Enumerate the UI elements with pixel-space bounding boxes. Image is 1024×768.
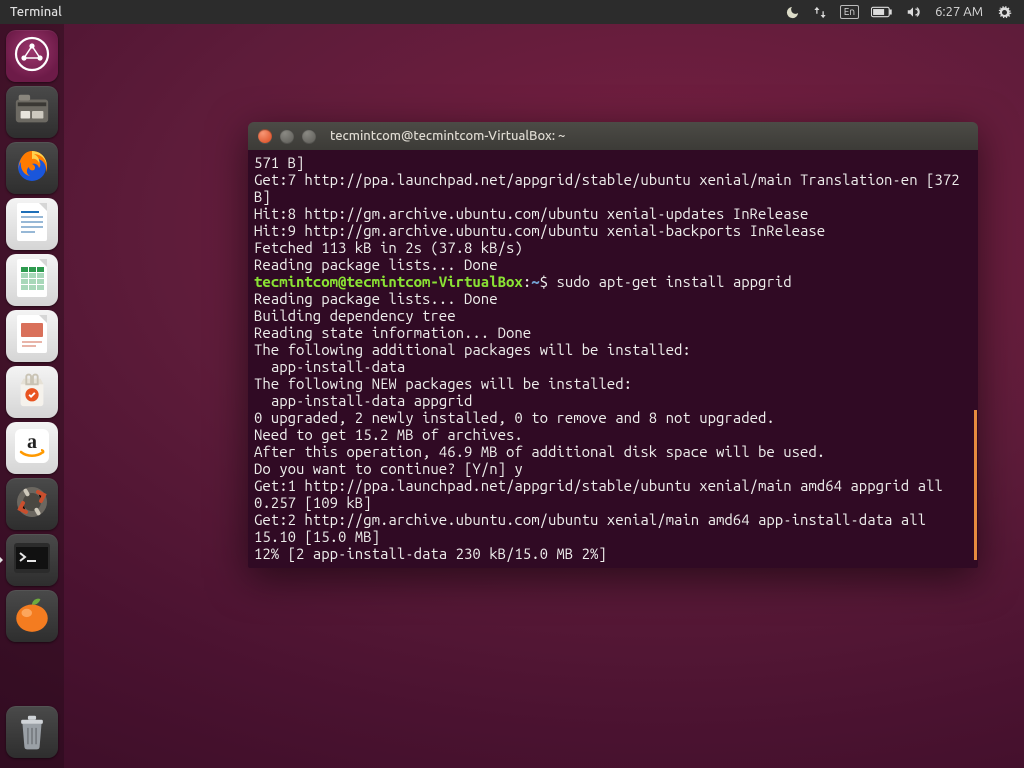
- amazon-icon: a: [12, 426, 52, 470]
- files-icon: [13, 93, 51, 131]
- battery-icon[interactable]: [865, 0, 899, 24]
- command-text: sudo apt-get install appgrid: [556, 273, 791, 290]
- terminal-output-line: The following additional packages will b…: [254, 341, 972, 358]
- terminal-output-line: Need to get 15.2 MB of archives.: [254, 426, 972, 443]
- launcher-item-impress[interactable]: [6, 310, 58, 362]
- night-icon[interactable]: [779, 0, 806, 24]
- terminal-output-line: app-install-data: [254, 358, 972, 375]
- prompt-user: tecmintcom@tecmintcom-VirtualBox: [254, 273, 523, 290]
- terminal-output-line: Get:7 http://ppa.launchpad.net/appgrid/s…: [254, 171, 972, 205]
- terminal-output-line: The following NEW packages will be insta…: [254, 375, 972, 392]
- terminal-body[interactable]: 571 B]Get:7 http://ppa.launchpad.net/app…: [248, 150, 978, 568]
- window-maximize-button[interactable]: [302, 129, 316, 143]
- clock[interactable]: 6:27 AM: [927, 0, 991, 24]
- launcher-item-amazon[interactable]: a: [6, 422, 58, 474]
- calc-icon: [13, 257, 51, 303]
- window-minimize-button[interactable]: [280, 129, 294, 143]
- terminal-output-line: Building dependency tree: [254, 307, 972, 324]
- terminal-output-line: Reading package lists... Done: [254, 290, 972, 307]
- prompt-path: ~: [531, 273, 539, 290]
- launcher-item-firefox[interactable]: [6, 142, 58, 194]
- terminal-window: tecmintcom@tecmintcom-VirtualBox: ~ 571 …: [248, 122, 978, 568]
- active-app-name: Terminal: [10, 5, 62, 19]
- settings-icon: [12, 482, 52, 526]
- terminal-output-line: Get:1 http://ppa.launchpad.net/appgrid/s…: [254, 477, 972, 511]
- window-titlebar[interactable]: tecmintcom@tecmintcom-VirtualBox: ~: [248, 122, 978, 150]
- impress-icon: [13, 313, 51, 359]
- terminal-icon: [12, 541, 52, 579]
- launcher-item-settings[interactable]: [6, 478, 58, 530]
- clementine-icon: [11, 593, 53, 639]
- terminal-output-line: Hit:9 http://gm.archive.ubuntu.com/ubunt…: [254, 222, 972, 239]
- launcher: a: [0, 24, 64, 768]
- terminal-output-line: Reading package lists... Done: [254, 256, 972, 273]
- terminal-scroll-indicator: [974, 410, 977, 560]
- writer-icon: [13, 201, 51, 247]
- launcher-item-writer[interactable]: [6, 198, 58, 250]
- launcher-item-dash[interactable]: [6, 30, 58, 82]
- terminal-output-line: Get:2 http://gm.archive.ubuntu.com/ubunt…: [254, 511, 972, 545]
- window-title: tecmintcom@tecmintcom-VirtualBox: ~: [330, 129, 565, 143]
- window-close-button[interactable]: [258, 129, 272, 143]
- launcher-trash[interactable]: [6, 706, 58, 758]
- launcher-item-software[interactable]: [6, 366, 58, 418]
- sound-icon[interactable]: [899, 0, 927, 24]
- dash-icon: [12, 34, 52, 78]
- launcher-item-calc[interactable]: [6, 254, 58, 306]
- launcher-item-clementine[interactable]: [6, 590, 58, 642]
- terminal-output-line: app-install-data appgrid: [254, 392, 972, 409]
- launcher-item-terminal[interactable]: [6, 534, 58, 586]
- top-panel: Terminal En 6:27 AM: [0, 0, 1024, 24]
- terminal-output-line: 0 upgraded, 2 newly installed, 0 to remo…: [254, 409, 972, 426]
- terminal-output-line: 571 B]: [254, 154, 972, 171]
- terminal-output-line: Do you want to continue? [Y/n] y: [254, 460, 972, 477]
- terminal-output-line: After this operation, 46.9 MB of additio…: [254, 443, 972, 460]
- terminal-output-line: Fetched 113 kB in 2s (37.8 kB/s): [254, 239, 972, 256]
- firefox-icon: [12, 146, 52, 190]
- network-icon[interactable]: [806, 0, 834, 24]
- gear-icon[interactable]: [991, 0, 1018, 24]
- terminal-output-line: 12% [2 app-install-data 230 kB/15.0 MB 2…: [254, 545, 972, 562]
- terminal-output-line: Hit:8 http://gm.archive.ubuntu.com/ubunt…: [254, 205, 972, 222]
- software-icon: [13, 371, 51, 413]
- terminal-output-line: Reading state information... Done: [254, 324, 972, 341]
- input-method-indicator[interactable]: En: [834, 0, 865, 24]
- launcher-item-files[interactable]: [6, 86, 58, 138]
- svg-text:a: a: [27, 431, 37, 453]
